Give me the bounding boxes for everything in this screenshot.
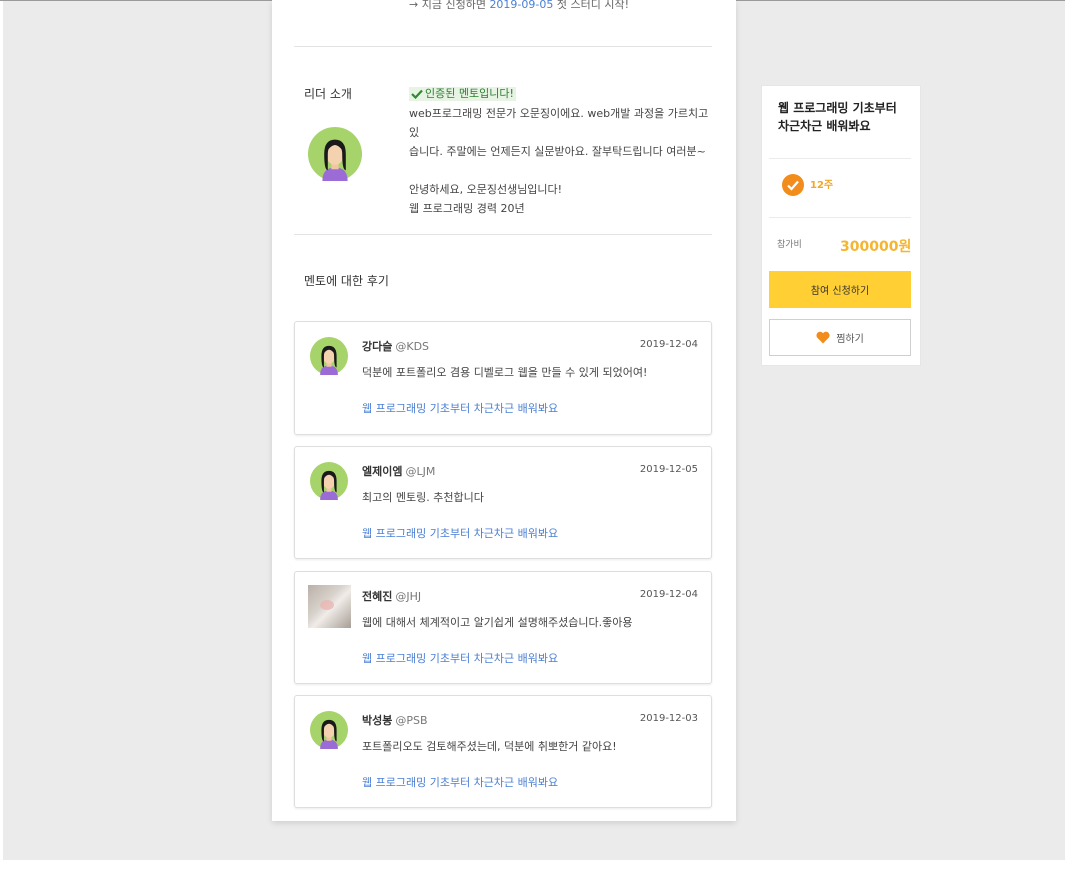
reviewer-handle: @KDS (395, 340, 430, 353)
duration-text: 12주 (810, 180, 834, 191)
review-text: 웹에 대해서 체계적이고 알기쉽게 설명해주셨습니다.좋아용 (362, 616, 633, 629)
leader-section-label: 리더 소개 (304, 87, 352, 101)
check-circle-icon (782, 174, 804, 196)
notice-date: 2019-09-05 (489, 0, 554, 11)
verified-badge: 인증된 멘토입니다! (409, 87, 516, 101)
reviewer-name-text: 전혜진 (362, 590, 393, 603)
intro-spacer (409, 161, 709, 180)
reviewer-name: 전혜진 @JHJ (362, 588, 421, 604)
divider (294, 46, 712, 47)
reviewer-name: 엘제이엠 @LJM (362, 463, 435, 479)
review-card: 엘제이엠 @LJM 2019-12-05 최고의 멘토링. 추천합니다 웹 프로그… (294, 446, 712, 559)
leader-avatar (308, 127, 362, 181)
apply-button[interactable]: 참여 신청하기 (769, 271, 911, 308)
reviewer-name-text: 엘제이엠 (362, 465, 403, 478)
review-text: 최고의 멘토링. 추천합니다 (362, 491, 484, 504)
review-card: 박성봉 @PSB 2019-12-03 포트폴리오도 검토해주셨는데, 덕분에 취… (294, 695, 712, 808)
review-course-link[interactable]: 웹 프로그래밍 기초부터 차근차근 배워봐요 (362, 774, 558, 790)
leader-intro: web프로그래밍 전문가 오문징이에요. web개발 과정을 가르치고 있 습니… (409, 104, 709, 218)
reviewer-name: 박성봉 @PSB (362, 712, 428, 728)
intro-line: 습니다. 주말에는 언제든지 실문받아요. 잘부탁드립니다 여러분~ (409, 145, 706, 158)
divider (769, 217, 911, 218)
review-text: 덕분에 포트폴리오 겸용 디벨로그 웹을 만들 수 있게 되었어여! (362, 366, 648, 379)
course-summary-card: 웹 프로그래밍 기초부터 차근차근 배워봐요 12주 참가비 300000원 참… (761, 85, 921, 366)
course-title: 웹 프로그래밍 기초부터 차근차근 배워봐요 (778, 101, 897, 133)
wishlist-label: 찜하기 (836, 334, 864, 345)
reviewer-avatar (310, 462, 348, 500)
review-course-link[interactable]: 웹 프로그래밍 기초부터 차근차근 배워봐요 (362, 525, 558, 541)
reviewer-handle: @PSB (395, 714, 428, 727)
fee-value: 300000원 (840, 239, 912, 255)
reviewer-name-text: 박성봉 (362, 714, 393, 727)
divider (294, 234, 712, 235)
arrow-right-icon: → (409, 0, 419, 11)
review-course-link[interactable]: 웹 프로그래밍 기초부터 차근차근 배워봐요 (362, 400, 558, 416)
review-date: 2019-12-04 (639, 339, 698, 350)
intro-line: web프로그래밍 전문가 오문징이에요. web개발 과정을 가르치고 있 (409, 107, 709, 139)
divider (769, 158, 911, 159)
checkmark-icon (411, 89, 423, 100)
verified-badge-text: 인증된 멘토입니다! (425, 87, 514, 100)
review-card: 강다슬 @KDS 2019-12-04 덕분에 포트폴리오 겸용 디벨로그 웹을 … (294, 321, 712, 435)
wishlist-button[interactable]: 찜하기 (769, 319, 911, 356)
main-content-card: → 지금 신청하면 2019-09-05 첫 스터디 시작! 리더 소개 인증된… (272, 0, 736, 821)
reviewer-name-text: 강다슬 (362, 340, 393, 353)
course-duration: 12주 (782, 174, 833, 196)
reviewer-name: 강다슬 @KDS (362, 338, 429, 354)
review-course-link[interactable]: 웹 프로그래밍 기초부터 차근차근 배워봐요 (362, 650, 558, 666)
notice-suffix: 첫 스터디 시작! (556, 0, 629, 11)
reviewer-avatar (310, 337, 348, 375)
review-date: 2019-12-04 (639, 589, 698, 600)
reviewer-photo (308, 585, 351, 628)
intro-line: 웹 프로그래밍 경력 20년 (409, 202, 525, 215)
reviews-section-label: 멘토에 대한 후기 (304, 274, 389, 288)
heart-icon (816, 331, 830, 344)
review-text: 포트폴리오도 검토해주셨는데, 덕분에 취뽀한거 같아요! (362, 740, 617, 753)
review-card: 전혜진 @JHJ 2019-12-04 웹에 대해서 체계적이고 알기쉽게 설명해… (294, 571, 712, 684)
review-date: 2019-12-03 (639, 713, 698, 724)
reviewer-handle: @LJM (405, 465, 436, 478)
notice-prefix: 지금 신청하면 (421, 0, 486, 11)
photo-detail (320, 600, 334, 610)
review-date: 2019-12-05 (639, 464, 698, 475)
fee-label: 참가비 (777, 240, 802, 250)
intro-line: 안녕하세요, 오문징선생님입니다! (409, 183, 563, 196)
reviewer-avatar (310, 711, 348, 749)
reviewer-handle: @JHJ (395, 590, 422, 603)
start-notice: → 지금 신청하면 2019-09-05 첫 스터디 시작! (409, 0, 629, 12)
